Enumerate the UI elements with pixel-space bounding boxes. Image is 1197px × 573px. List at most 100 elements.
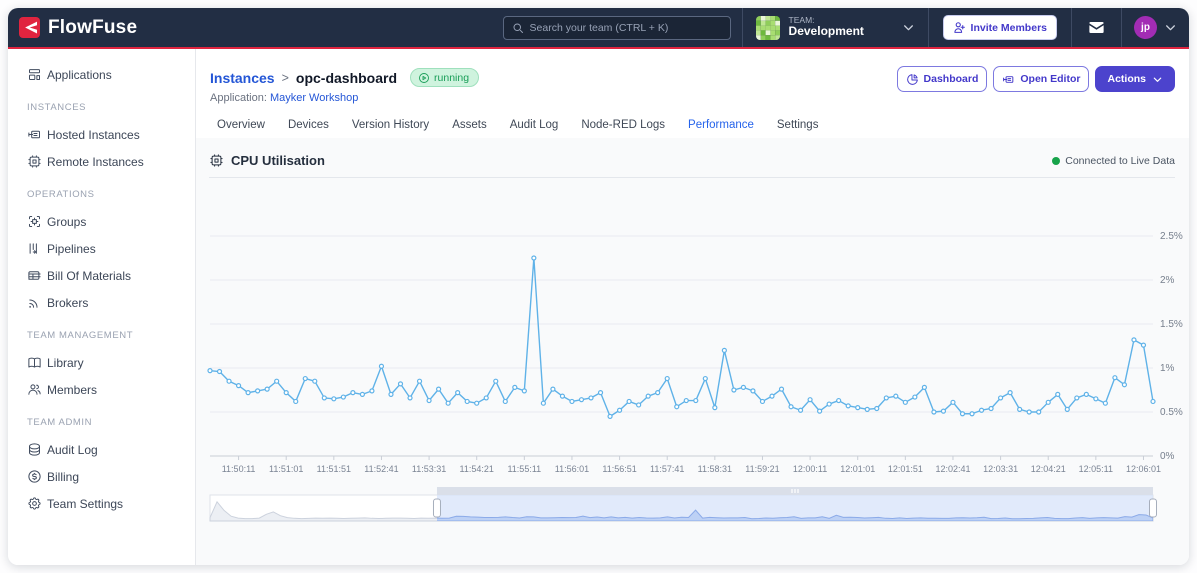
team-name: Development bbox=[788, 24, 864, 39]
flowfuse-logo-icon bbox=[19, 17, 40, 38]
sidebar-item-brokers[interactable]: Brokers bbox=[8, 289, 195, 316]
sidebar-item-bill-of-materials[interactable]: Bill Of Materials bbox=[8, 262, 195, 289]
top-navbar: FlowFuse Search your team (CTRL + K) TEA… bbox=[8, 8, 1189, 49]
sidebar-item-team-settings[interactable]: Team Settings bbox=[8, 490, 195, 517]
user-avatar: jp bbox=[1134, 16, 1157, 39]
sidebar-section-header: TEAM ADMIN bbox=[27, 417, 93, 428]
team-settings-icon bbox=[27, 496, 42, 511]
mail-icon bbox=[1087, 18, 1106, 37]
svg-text:11:58:31: 11:58:31 bbox=[698, 464, 732, 474]
dashboard-button[interactable]: Dashboard bbox=[896, 66, 988, 92]
cpu-utilisation-chart: 0% 0.5% 1% 1.5% 2% 2.5% 11:50:11 11:51:01 11:51:… bbox=[207, 231, 1183, 474]
svg-text:11:50:11: 11:50:11 bbox=[222, 464, 256, 474]
svg-text:11:54:21: 11:54:21 bbox=[460, 464, 494, 474]
sidebar-item-label: Library bbox=[47, 355, 84, 370]
svg-text:2.5%: 2.5% bbox=[1160, 231, 1183, 242]
search-placeholder: Search your team (CTRL + K) bbox=[529, 21, 669, 34]
svg-text:12:06:01: 12:06:01 bbox=[1126, 464, 1161, 474]
user-add-icon bbox=[953, 21, 966, 34]
status-badge-label: running bbox=[434, 71, 470, 84]
sidebar-item-label: Remote Instances bbox=[47, 154, 144, 169]
svg-text:12:01:01: 12:01:01 bbox=[840, 464, 875, 474]
breadcrumb-separator: > bbox=[281, 70, 289, 85]
sidebar-item-groups[interactable]: Groups bbox=[8, 208, 195, 235]
sidebar-item-label: Brokers bbox=[47, 295, 89, 310]
bill-of-materials-icon bbox=[27, 268, 42, 283]
svg-text:11:59:21: 11:59:21 bbox=[745, 464, 779, 474]
open-editor-label: Open Editor bbox=[1020, 73, 1081, 85]
svg-text:12:02:41: 12:02:41 bbox=[935, 464, 970, 474]
remote-instances-icon bbox=[27, 154, 42, 169]
live-status-label: Connected to Live Data bbox=[1065, 154, 1175, 167]
editor-node-icon bbox=[1002, 73, 1015, 86]
svg-text:12:04:21: 12:04:21 bbox=[1031, 464, 1066, 474]
flowfuse-brand[interactable]: FlowFuse bbox=[8, 17, 137, 39]
sidebar-item-label: Pipelines bbox=[47, 241, 96, 256]
sidebar-item-label: Groups bbox=[47, 214, 87, 229]
notifications-button[interactable] bbox=[1071, 8, 1121, 47]
sidebar-item-audit-log[interactable]: Audit Log bbox=[8, 436, 195, 463]
hosted-instances-icon bbox=[27, 127, 42, 142]
svg-text:12:05:11: 12:05:11 bbox=[1079, 464, 1113, 474]
search-icon bbox=[512, 22, 524, 34]
svg-text:11:57:41: 11:57:41 bbox=[650, 464, 684, 474]
sidebar-item-label: Hosted Instances bbox=[47, 127, 140, 142]
sidebar-section-header: INSTANCES bbox=[27, 102, 87, 113]
sidebar-item-pipelines[interactable]: Pipelines bbox=[8, 235, 195, 262]
pipelines-icon bbox=[27, 241, 42, 256]
svg-text:0%: 0% bbox=[1160, 451, 1175, 462]
team-avatar bbox=[755, 15, 780, 40]
svg-text:11:53:31: 11:53:31 bbox=[412, 464, 446, 474]
sidebar-item-library[interactable]: Library bbox=[8, 349, 195, 376]
breadcrumb-instances-link[interactable]: Instances bbox=[210, 70, 275, 86]
chevron-down-icon bbox=[1164, 21, 1177, 34]
actions-button[interactable]: Actions bbox=[1095, 66, 1175, 92]
cpu-chip-icon bbox=[209, 153, 224, 168]
application-link[interactable]: Mayker Workshop bbox=[270, 92, 358, 104]
chart-navigator[interactable] bbox=[196, 482, 1189, 528]
svg-text:11:52:41: 11:52:41 bbox=[364, 464, 398, 474]
team-selector[interactable]: TEAM: Development bbox=[741, 8, 928, 47]
sidebar-item-members[interactable]: Members bbox=[8, 376, 195, 403]
svg-text:1.5%: 1.5% bbox=[1160, 319, 1183, 330]
sidebar-item-billing[interactable]: Billing bbox=[8, 463, 195, 490]
sidebar-item-label: Billing bbox=[47, 469, 80, 484]
svg-text:1%: 1% bbox=[1160, 363, 1175, 374]
sidebar-item-applications[interactable]: Applications bbox=[8, 61, 195, 88]
application-label: Application: bbox=[210, 92, 267, 104]
actions-label: Actions bbox=[1107, 73, 1146, 85]
applications-icon bbox=[27, 67, 42, 82]
svg-text:11:51:01: 11:51:01 bbox=[269, 464, 303, 474]
invite-members-button[interactable]: Invite Members bbox=[942, 15, 1057, 40]
sidebar-item-label: Members bbox=[47, 382, 98, 397]
team-search-input[interactable]: Search your team (CTRL + K) bbox=[502, 15, 731, 40]
invite-members-label: Invite Members bbox=[970, 21, 1047, 34]
groups-icon bbox=[27, 214, 42, 229]
sidebar: Applications INSTANCES Hosted Instances Rem… bbox=[8, 49, 196, 565]
svg-text:2%: 2% bbox=[1160, 275, 1175, 286]
status-badge: running bbox=[410, 68, 480, 87]
svg-text:11:51:51: 11:51:51 bbox=[317, 464, 351, 474]
svg-text:11:56:51: 11:56:51 bbox=[602, 464, 636, 474]
sidebar-section-header: OPERATIONS bbox=[27, 189, 95, 200]
user-menu[interactable]: jp bbox=[1121, 8, 1189, 47]
performance-content: CPU Utilisation Connected to Live Data 0… bbox=[196, 138, 1189, 565]
audit-log-icon bbox=[27, 442, 42, 457]
brand-name: FlowFuse bbox=[48, 16, 138, 38]
panel-title: CPU Utilisation bbox=[231, 153, 325, 168]
svg-text:12:01:51: 12:01:51 bbox=[888, 464, 923, 474]
play-circle-icon bbox=[418, 72, 430, 84]
sidebar-item-hosted-instances[interactable]: Hosted Instances bbox=[8, 121, 195, 148]
brokers-icon bbox=[27, 295, 42, 310]
svg-text:11:55:11: 11:55:11 bbox=[507, 464, 541, 474]
sidebar-item-label: Team Settings bbox=[47, 496, 124, 511]
open-editor-button[interactable]: Open Editor bbox=[993, 66, 1090, 92]
svg-text:0.5%: 0.5% bbox=[1160, 407, 1183, 418]
sidebar-item-label: Audit Log bbox=[47, 442, 98, 457]
sidebar-item-remote-instances[interactable]: Remote Instances bbox=[8, 148, 195, 175]
sidebar-section-header: TEAM MANAGEMENT bbox=[27, 330, 134, 341]
live-status-dot bbox=[1052, 156, 1061, 165]
chart-pie-icon bbox=[906, 73, 919, 86]
sidebar-item-label: Bill Of Materials bbox=[47, 268, 132, 283]
members-icon bbox=[27, 382, 42, 397]
